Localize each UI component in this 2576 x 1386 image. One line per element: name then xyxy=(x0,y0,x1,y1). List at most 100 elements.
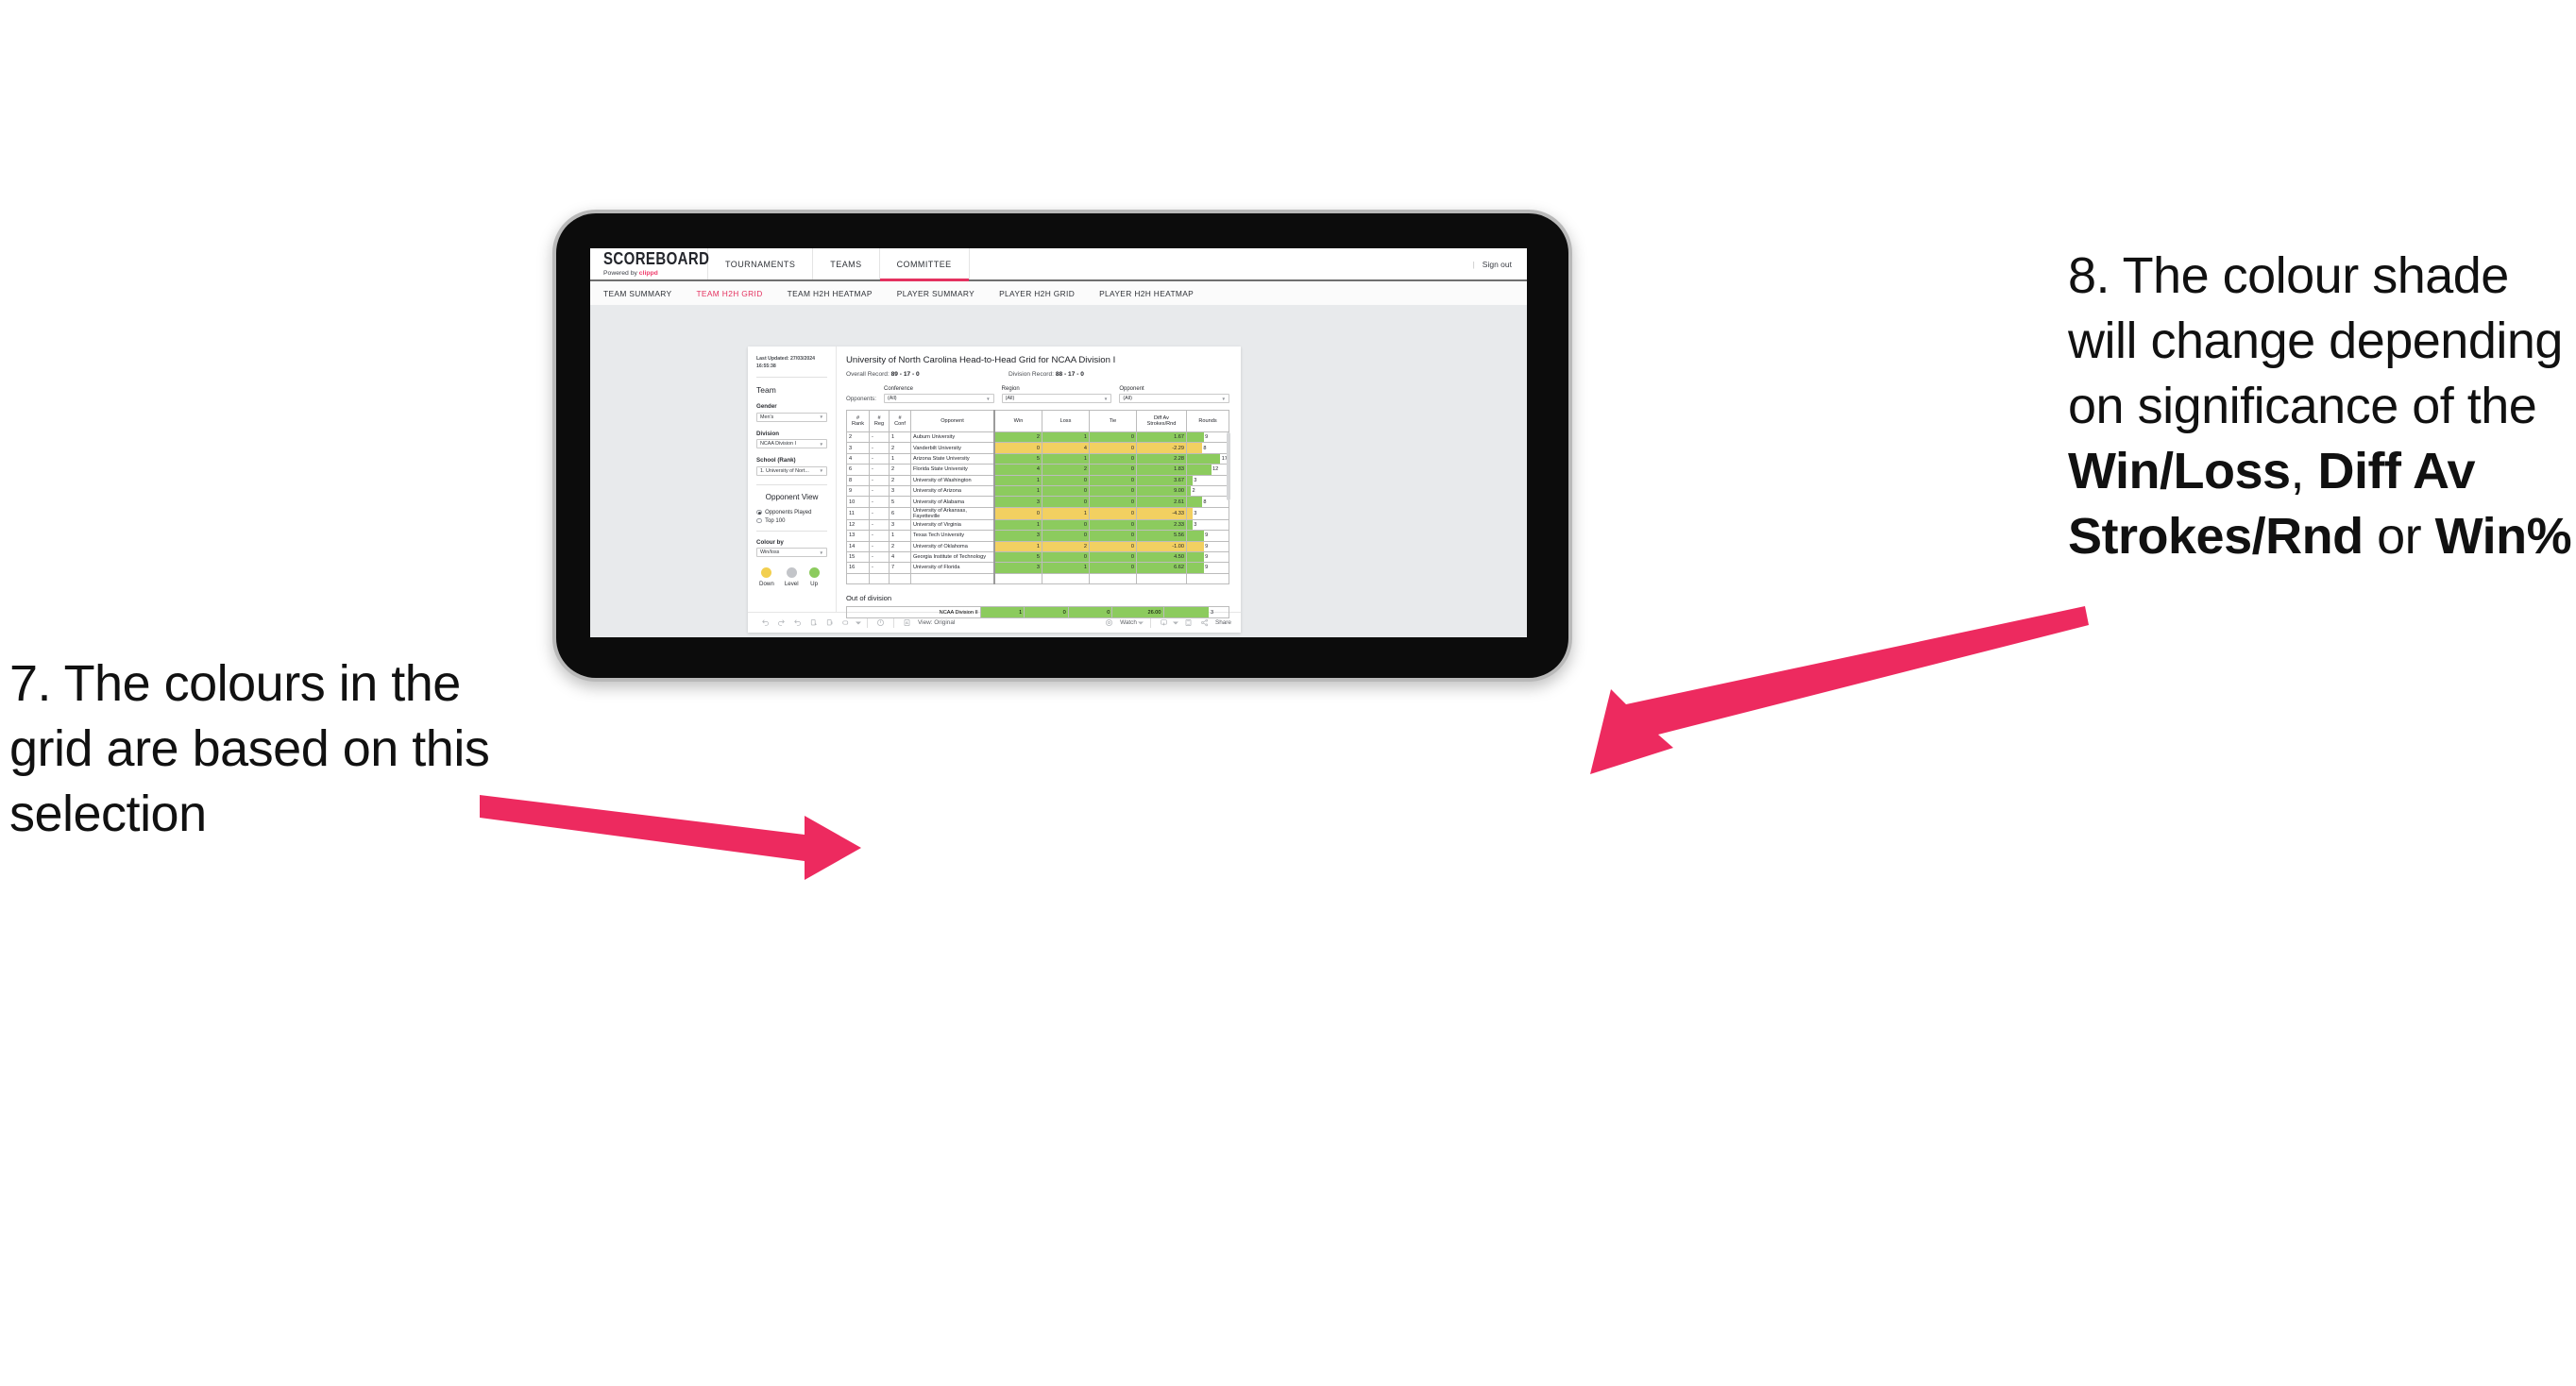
topnav-item-committee[interactable]: COMMITTEE xyxy=(879,248,970,281)
radio-top-100[interactable]: Top 100 xyxy=(756,518,827,524)
table-row[interactable]: 12-3 University of Virginia 1 0 0 2.33 3 xyxy=(846,518,1229,532)
col-tie[interactable]: Tie xyxy=(1089,410,1137,432)
col-conf[interactable]: # Conf xyxy=(889,410,911,432)
conference-select[interactable]: (All) ▼ xyxy=(884,394,994,403)
subnav-item-team-summary[interactable]: TEAM SUMMARY xyxy=(603,289,671,298)
redo-icon[interactable] xyxy=(773,617,789,630)
cell-win: 1 xyxy=(993,474,1042,486)
cell-reg: - xyxy=(869,506,890,520)
table-row[interactable]: 6-2 Florida State University 4 2 0 1.83 12 xyxy=(846,464,1229,476)
brand-logo[interactable]: SCOREBOARD Powered by clippd xyxy=(590,248,709,279)
subnav-item-player-summary[interactable]: PLAYER SUMMARY xyxy=(897,289,974,298)
cell-rounds: 9 xyxy=(1186,431,1229,444)
refresh-icon[interactable] xyxy=(805,617,822,630)
cell-tie: 0 xyxy=(1089,442,1137,454)
col-rank[interactable]: # Rank xyxy=(846,410,870,432)
cell-rank: 11 xyxy=(846,506,870,520)
topnav-item-teams[interactable]: TEAMS xyxy=(813,248,880,279)
col-loss[interactable]: Loss xyxy=(1042,410,1090,432)
table-header-row: # Rank # Reg # Conf Opponent Win Loss Tie D… xyxy=(846,410,1229,432)
cell-loss: 2 xyxy=(1042,464,1090,476)
table-body: 2-1 Auburn University 2 1 0 1.67 9 3-2 Vanderbil… xyxy=(846,431,1229,585)
cell-rank: 6 xyxy=(846,464,870,476)
table-row[interactable]: 10-5 University of Alabama 3 0 0 2.61 8 xyxy=(846,496,1229,508)
region-filter: Region (All) ▼ xyxy=(1001,386,1112,403)
overall-record: Overall Record: 89 - 17 - 0 xyxy=(846,371,1008,378)
table-row[interactable]: 15-4 Georgia Institute of Technology 5 0 0 4.… xyxy=(846,550,1229,564)
cell-blank xyxy=(889,572,911,585)
cell-rounds: 9 xyxy=(1186,550,1229,564)
col-conf-l1: # xyxy=(898,414,902,421)
table-row[interactable]: 13-1 Texas Tech University 3 0 0 5.56 9 xyxy=(846,530,1229,542)
school-label: School (Rank) xyxy=(756,457,796,465)
cell-loss: 0 xyxy=(1042,484,1090,498)
opponent-label: Opponent xyxy=(1119,386,1144,392)
rounds-value: 9 xyxy=(1205,434,1209,441)
pause-icon[interactable] xyxy=(822,617,838,630)
school-select[interactable]: 1. University of Nort... ▼ xyxy=(756,465,827,476)
rounds-bar xyxy=(1187,541,1204,551)
topbar-separator: | xyxy=(1472,259,1475,269)
chevron-down-icon: ▼ xyxy=(1221,396,1227,401)
cell-reg: - xyxy=(869,464,890,476)
table-row[interactable]: 14-2 University of Oklahoma 1 2 0 -1.00 9 xyxy=(846,540,1229,552)
overall-record-label: Overall Record: xyxy=(846,371,891,378)
subnav-item-player-h2h-grid[interactable]: PLAYER H2H GRID xyxy=(999,289,1075,298)
opponent-filter: Opponent (All) ▼ xyxy=(1119,386,1230,403)
col-rounds[interactable]: Rounds xyxy=(1186,410,1229,432)
conference-value: (All) xyxy=(888,396,897,401)
rounds-value: 3 xyxy=(1194,477,1197,483)
col-conf-l2: Conf xyxy=(894,421,906,427)
cell-win: 1 xyxy=(993,484,1042,498)
table-row[interactable]: 2-1 Auburn University 2 1 0 1.67 9 xyxy=(846,431,1229,444)
rounds-value: 3 xyxy=(1210,609,1214,616)
divider xyxy=(756,483,827,485)
cell-conf: 6 xyxy=(889,506,911,520)
colour-by-select[interactable]: Win/loss ▼ xyxy=(756,548,827,558)
table-row[interactable]: 4-1 Arizona State University 5 1 0 2.28 17 xyxy=(846,452,1229,465)
topnav-item-tournaments[interactable]: TOURNAMENTS xyxy=(708,248,814,279)
table-row[interactable]: 3-2 Vanderbilt University 0 4 0 -2.29 8 xyxy=(846,442,1229,454)
table-row[interactable]: 9-3 University of Arizona 1 0 0 9.00 2 xyxy=(846,484,1229,498)
gender-select[interactable]: Men's ▼ xyxy=(756,412,827,422)
region-select[interactable]: (All) ▼ xyxy=(1001,394,1112,403)
table-row[interactable]: 11-6 University of Arkansas, Fayetteville… xyxy=(846,506,1229,520)
cell-diff: -4.33 xyxy=(1136,506,1187,520)
col-reg[interactable]: # Reg xyxy=(869,410,890,432)
opponent-select[interactable]: (All) ▼ xyxy=(1119,394,1230,403)
rounds-value: 8 xyxy=(1203,499,1207,505)
cell-opponent: University of Arizona xyxy=(910,484,995,498)
subnav-item-player-h2h-heatmap[interactable]: PLAYER H2H HEATMAP xyxy=(1099,289,1194,298)
cell-conf: 3 xyxy=(889,518,911,532)
table-row[interactable]: 16-7 University of Florida 3 1 0 6.62 9 xyxy=(846,562,1229,574)
radio-opponents-played[interactable]: Opponents Played xyxy=(756,510,827,516)
subnav-item-team-h2h-grid[interactable]: TEAM H2H GRID xyxy=(696,289,762,298)
subnav-item-team-h2h-heatmap[interactable]: TEAM H2H HEATMAP xyxy=(788,289,873,298)
gender-filter: Gender Men's ▼ xyxy=(756,403,827,422)
cell-diff: 3.67 xyxy=(1136,474,1187,486)
colour-by-filter: Colour by Win/loss ▼ xyxy=(756,539,827,558)
cell-tie: 0 xyxy=(1089,562,1137,574)
sign-out-link[interactable]: Sign out xyxy=(1483,260,1512,269)
revert-icon[interactable] xyxy=(789,617,805,630)
cell-rank: 10 xyxy=(846,496,870,508)
cell-opponent: University of Oklahoma xyxy=(910,540,995,552)
table-row[interactable]: 8-2 University of Washington 1 0 0 3.67 3 xyxy=(846,474,1229,486)
cell-win: 3 xyxy=(993,496,1042,508)
vertical-scrollbar[interactable] xyxy=(1227,432,1230,500)
col-diff[interactable]: Diff Av Strokes/Rnd xyxy=(1136,410,1187,432)
view-original-label: View: Original xyxy=(918,619,956,626)
col-opponent[interactable]: Opponent xyxy=(910,410,995,432)
rounds-value: 9 xyxy=(1205,532,1209,539)
out-of-division-row[interactable]: NCAA Division II 1 0 0 26.00 3 xyxy=(846,606,1229,619)
app-topbar: SCOREBOARD Powered by clippd TOURNAMENTS… xyxy=(590,248,1527,281)
annotation-right-part-5: Win% xyxy=(2434,508,2572,566)
undo-icon[interactable] xyxy=(757,617,773,630)
brand-powered-prefix: Powered by xyxy=(603,269,639,277)
opponents-label: Opponents: xyxy=(846,395,876,402)
division-select[interactable]: NCAA Division I ▼ xyxy=(756,439,827,449)
cell-loss: 0 xyxy=(1042,518,1090,532)
col-win[interactable]: Win xyxy=(993,410,1042,432)
cell-rounds: 9 xyxy=(1186,540,1229,552)
cell-loss: 0 xyxy=(1042,496,1090,508)
